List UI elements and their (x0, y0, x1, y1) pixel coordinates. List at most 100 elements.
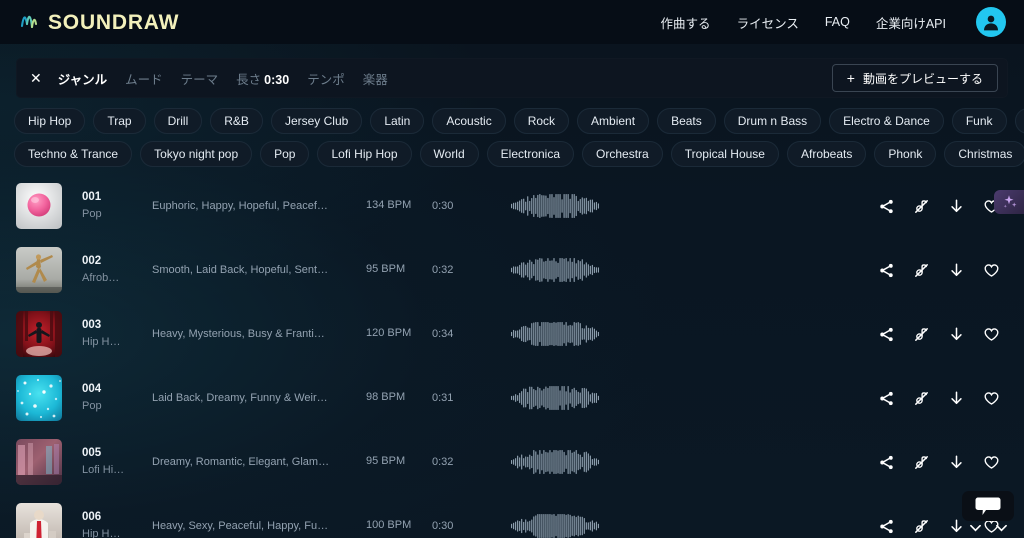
genre-chip-label: Funk (965, 114, 993, 128)
track-waveform[interactable] (510, 449, 600, 475)
share-icon[interactable] (878, 198, 895, 215)
genre-chip[interactable]: Tropical House (670, 141, 779, 167)
genre-chip[interactable]: Pop (260, 141, 310, 167)
nav-item-faq[interactable]: FAQ (825, 15, 850, 29)
genre-chip[interactable]: Electro & Dance (829, 108, 944, 134)
filter-length[interactable]: 長さ 0:30 (236, 69, 289, 88)
track-waveform[interactable] (510, 193, 600, 219)
track-identity: 005 Lofi Hi… (82, 445, 140, 480)
favorite-heart-icon[interactable] (983, 390, 1000, 407)
share-icon[interactable] (878, 454, 895, 471)
track-number: 004 (82, 382, 102, 395)
brand-logo[interactable]: SOUNDRAW (20, 11, 179, 33)
genre-chip[interactable]: Electronica (486, 141, 575, 167)
genre-chip[interactable]: Phonk (874, 141, 937, 167)
track-bpm: 98 BPM (366, 391, 406, 404)
track-waveform[interactable] (510, 257, 600, 283)
chat-widget (962, 491, 1014, 532)
genre-chip[interactable]: House (1014, 108, 1024, 134)
genre-chip-label: R&B (224, 114, 249, 128)
filter-bar: ✕ ジャンル ムード テーマ 長さ 0:30 テンポ 楽器 + 動画をプレビューす… (16, 58, 1008, 98)
download-icon[interactable] (948, 262, 965, 279)
track-row[interactable]: 004 Pop Laid Back, Dreamy, Funny & Weir…… (0, 366, 1024, 430)
pink-sphere-thumbnail[interactable] (16, 183, 62, 229)
track-actions (878, 454, 1010, 471)
no-vocal-icon[interactable] (913, 198, 930, 215)
filter-theme[interactable]: テーマ (181, 69, 219, 88)
favorite-heart-icon[interactable] (983, 262, 1000, 279)
track-row[interactable]: 003 Hip H… Heavy, Mysterious, Busy & Fra… (0, 302, 1024, 366)
genre-chip[interactable]: Tokyo night pop (140, 141, 253, 167)
genre-chip[interactable]: Jersey Club (270, 108, 363, 134)
nav-item-enterprise-api[interactable]: 企業向けAPI (876, 13, 946, 32)
genre-chip[interactable]: Lofi Hip Hop (317, 141, 412, 167)
track-duration: 0:30 (432, 200, 454, 212)
genre-chip[interactable]: Ambient (577, 108, 650, 134)
christmas-thumbnail[interactable] (16, 503, 62, 538)
favorite-heart-icon[interactable] (983, 326, 1000, 343)
track-duration: 0:32 (432, 264, 454, 276)
filter-instrument[interactable]: 楽器 (363, 69, 388, 88)
no-vocal-icon[interactable] (913, 390, 930, 407)
chevron-down-icon[interactable] (969, 524, 981, 532)
no-vocal-icon[interactable] (913, 518, 930, 535)
track-waveform[interactable] (510, 513, 600, 538)
genre-chip[interactable]: World (419, 141, 479, 167)
genre-chip[interactable]: Techno & Trance (14, 141, 133, 167)
nav-item-compose[interactable]: 作曲する (661, 13, 711, 32)
genre-chip[interactable]: Drill (153, 108, 203, 134)
filter-tempo[interactable]: テンポ (307, 69, 345, 88)
track-row[interactable]: 006 Hip H… Heavy, Sexy, Peaceful, Happy,… (0, 494, 1024, 538)
genre-chip[interactable]: Beats (657, 108, 716, 134)
genre-chip[interactable]: Latin (370, 108, 425, 134)
genre-chip[interactable]: Drum n Bass (723, 108, 822, 134)
preview-video-button[interactable]: + 動画をプレビューする (831, 64, 998, 92)
track-waveform[interactable] (510, 385, 600, 411)
red-stage-thumbnail[interactable] (16, 311, 62, 357)
no-vocal-icon[interactable] (913, 326, 930, 343)
nav-item-license[interactable]: ライセンス (737, 13, 799, 32)
share-icon[interactable] (878, 326, 895, 343)
filter-mood[interactable]: ムード (125, 69, 163, 88)
genre-chip[interactable]: Acoustic (432, 108, 506, 134)
genre-chip[interactable]: Funk (951, 108, 1007, 134)
genre-chip[interactable]: Rock (513, 108, 570, 134)
genre-chip-label: Pop (274, 147, 296, 161)
share-icon[interactable] (878, 262, 895, 279)
track-row[interactable]: 001 Pop Euphoric, Happy, Hopeful, Peacef… (0, 174, 1024, 238)
track-mood: Smooth, Laid Back, Hopeful, Sent… (152, 264, 329, 276)
ai-sparkle-badge[interactable] (994, 190, 1024, 214)
genre-chip[interactable]: Trap (93, 108, 146, 134)
pink-room-thumbnail[interactable] (16, 439, 62, 485)
download-icon[interactable] (948, 198, 965, 215)
soundwave-icon (20, 11, 46, 33)
chevron-down-icon[interactable] (995, 524, 1007, 532)
track-genre: Hip H… (82, 528, 121, 538)
track-waveform[interactable] (510, 321, 600, 347)
cyan-snow-thumbnail[interactable] (16, 375, 62, 421)
genre-chip[interactable]: Orchestra (582, 141, 663, 167)
genre-chip[interactable]: R&B (210, 108, 263, 134)
favorite-heart-icon[interactable] (983, 454, 1000, 471)
chat-bubble-icon[interactable] (962, 491, 1014, 521)
genre-chip[interactable]: Afrobeats (786, 141, 867, 167)
clear-filters-button[interactable]: ✕ (30, 71, 42, 85)
filter-length-value: 0:30 (264, 72, 290, 87)
dancer-thumbnail[interactable] (16, 247, 62, 293)
download-icon[interactable] (948, 454, 965, 471)
download-icon[interactable] (948, 390, 965, 407)
track-row[interactable]: 002 Afrob… Smooth, Laid Back, Hopeful, S… (0, 238, 1024, 302)
share-icon[interactable] (878, 518, 895, 535)
filter-genre[interactable]: ジャンル (58, 69, 107, 88)
no-vocal-icon[interactable] (913, 262, 930, 279)
no-vocal-icon[interactable] (913, 454, 930, 471)
track-row[interactable]: 005 Lofi Hi… Dreamy, Romantic, Elegant, … (0, 430, 1024, 494)
genre-chip[interactable]: Christmas (944, 141, 1024, 167)
plus-icon: + (846, 70, 855, 86)
share-icon[interactable] (878, 390, 895, 407)
genre-chip[interactable]: Hip Hop (14, 108, 86, 134)
preview-video-label: 動画をプレビューする (862, 71, 983, 86)
download-icon[interactable] (948, 326, 965, 343)
genre-chip-label: Lofi Hip Hop (331, 147, 398, 161)
user-avatar-icon[interactable] (976, 7, 1006, 37)
